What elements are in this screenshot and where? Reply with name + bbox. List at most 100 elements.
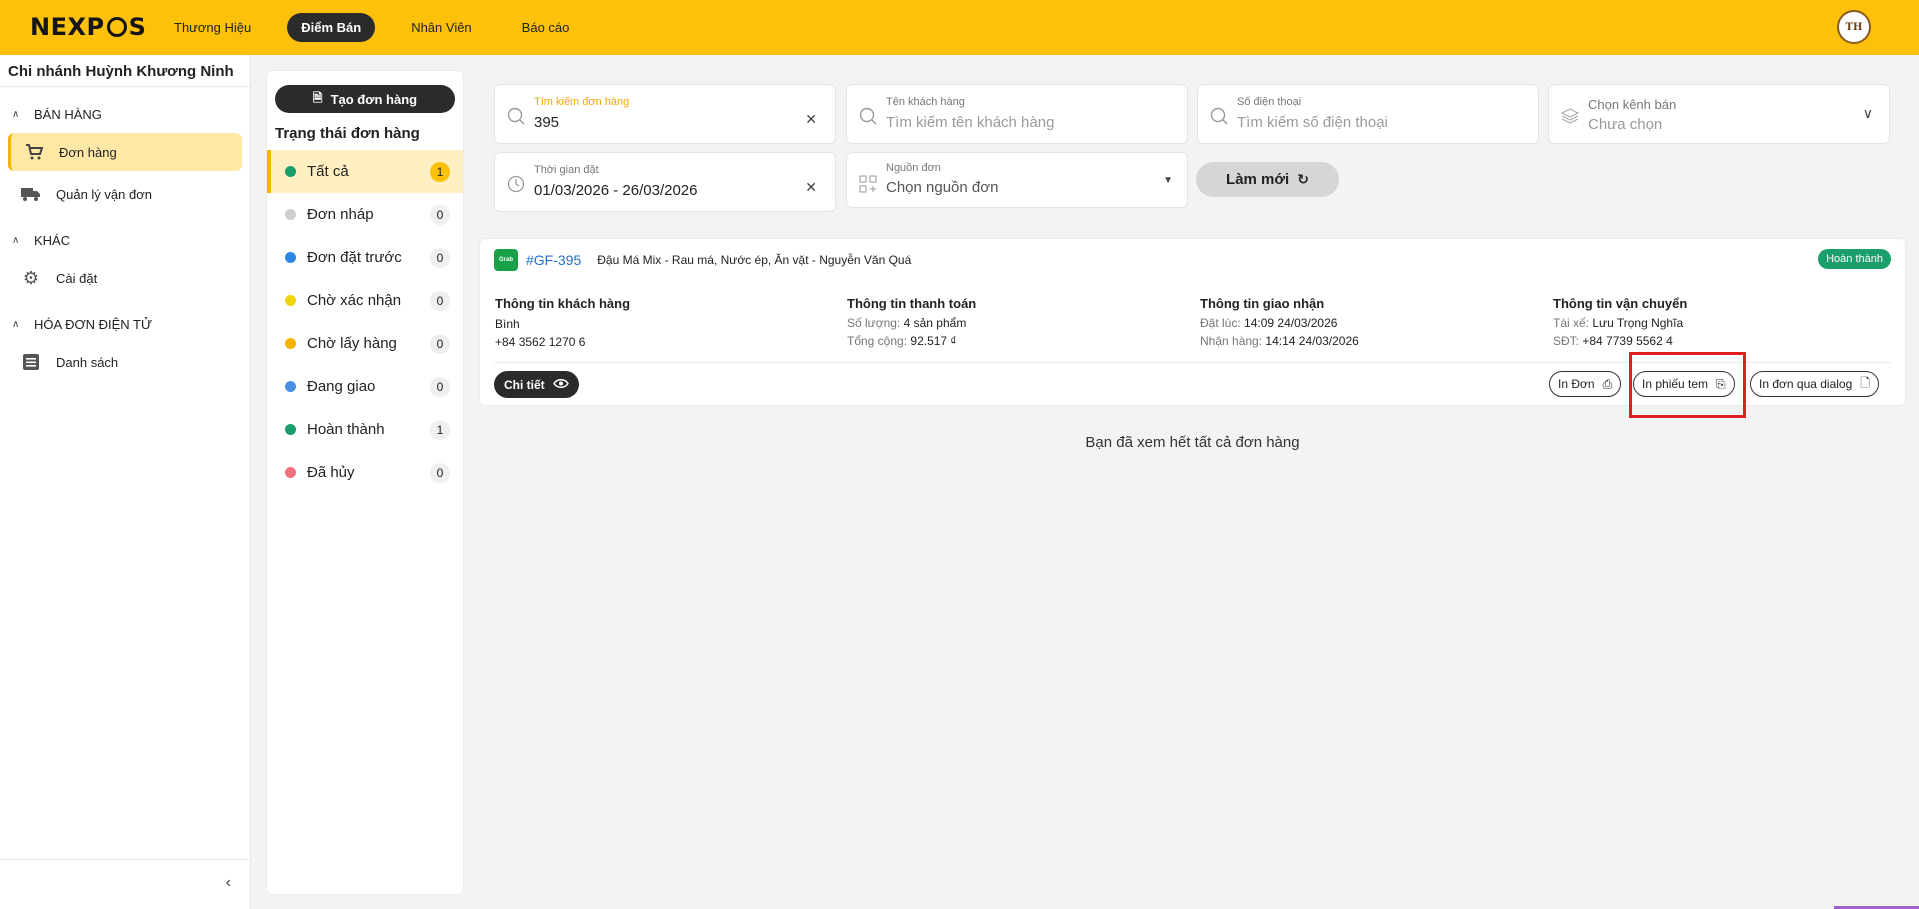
grid-icon xyxy=(859,175,877,193)
sidebar-item-cai-dat[interactable]: ⚙ Cài đặt xyxy=(8,259,242,297)
user-avatar[interactable]: TH xyxy=(1837,10,1871,44)
print-dialog-button[interactable]: In đơn qua dialog 🗋 xyxy=(1750,371,1879,397)
status-item[interactable]: Tất cả 1 xyxy=(267,150,463,193)
create-order-label: Tạo đơn hàng xyxy=(330,91,418,107)
nav-nhan-vien[interactable]: Nhân Viên xyxy=(397,13,485,42)
refresh-icon: ↻ xyxy=(1297,171,1309,187)
status-count-badge: 0 xyxy=(430,204,450,225)
end-of-list-message: Bạn đã xem hết tất cả đơn hàng xyxy=(1085,434,1300,451)
ordered-at-label: Đặt lúc: xyxy=(1200,316,1241,330)
chevron-up-icon: ∧ xyxy=(12,108,20,120)
create-order-button[interactable]: 🗎 Tạo đơn hàng xyxy=(275,85,455,113)
status-dot-icon xyxy=(285,381,296,392)
sidebar-item-label: Danh sách xyxy=(56,354,119,370)
received-at-label: Nhận hàng: xyxy=(1200,334,1263,348)
refresh-button[interactable]: Làm mới ↻ xyxy=(1196,162,1339,197)
clock-icon xyxy=(507,175,525,193)
sidebar-item-danh-sach[interactable]: Danh sách xyxy=(8,343,242,381)
print-dialog-label: In đơn qua dialog xyxy=(1759,377,1853,391)
sidebar-item-label: Đơn hàng xyxy=(59,144,117,160)
status-dot-icon xyxy=(285,252,296,263)
customer-name-field[interactable]: Tên khách hàng Tìm kiếm tên khách hàng xyxy=(846,84,1188,144)
order-search-field[interactable]: Tìm kiếm đơn hàng 395 ✕ xyxy=(494,84,836,144)
order-search-label: Tìm kiếm đơn hàng xyxy=(534,96,630,108)
sales-channel-label: Chọn kênh bán xyxy=(1588,97,1677,112)
detail-label: Chi tiết xyxy=(504,377,545,392)
status-item[interactable]: Hoàn thành 1 xyxy=(267,408,463,451)
sidebar-group-hoa-don-dien-tu[interactable]: ∧ HÓA ĐƠN ĐIỆN TỬ xyxy=(0,309,250,339)
order-card-header: Grab #GF-395 Đậu Má Mix - Rau má, Nước é… xyxy=(494,249,911,271)
quantity-label: Số lượng: xyxy=(847,316,901,330)
status-item[interactable]: Đã hủy 0 xyxy=(267,451,463,494)
customer-name-input[interactable]: Tìm kiếm tên khách hàng xyxy=(886,114,1054,131)
nav-bao-cao[interactable]: Báo cáo xyxy=(508,13,584,42)
status-item[interactable]: Chờ lấy hàng 0 xyxy=(267,322,463,365)
search-icon xyxy=(1210,107,1228,125)
shipping-info-title: Thông tin vận chuyển xyxy=(1553,296,1688,311)
status-item[interactable]: Đang giao 0 xyxy=(267,365,463,408)
nav-diem-ban[interactable]: Điểm Bán xyxy=(287,13,376,42)
ordered-at-value: 14:09 24/03/2026 xyxy=(1244,316,1338,330)
status-dot-icon xyxy=(285,166,296,177)
status-label: Hoàn thành xyxy=(307,421,385,438)
status-item[interactable]: Đơn nháp 0 xyxy=(267,193,463,236)
driver-phone-label: SĐT: xyxy=(1553,334,1580,348)
main-nav: Thương Hiệu Điểm Bán Nhân Viên Báo cáo xyxy=(160,13,605,42)
status-item[interactable]: Đơn đặt trước 0 xyxy=(267,236,463,279)
clear-icon[interactable]: ✕ xyxy=(805,111,817,128)
caret-down-icon: ▼ xyxy=(1163,175,1173,186)
order-id-link[interactable]: #GF-395 xyxy=(526,252,581,268)
sidebar-group-ban-hang[interactable]: ∧ BÁN HÀNG xyxy=(0,99,250,129)
order-status-panel: 🗎 Tạo đơn hàng Trạng thái đơn hàng Tất c… xyxy=(266,70,464,895)
shipping-info: Thông tin vận chuyển Tài xế: Lưu Trọng N… xyxy=(1553,295,1687,351)
sidebar: Chi nhánh Huỳnh Khương Ninh ∧ BÁN HÀNG Đ… xyxy=(0,55,251,909)
status-dot-icon xyxy=(285,467,296,478)
list-icon xyxy=(20,353,42,371)
gear-icon: ⚙ xyxy=(22,267,40,288)
sidebar-group-khac[interactable]: ∧ KHÁC xyxy=(0,225,250,255)
delivery-info: Thông tin giao nhận Đặt lúc: 14:09 24/03… xyxy=(1200,295,1359,351)
sidebar-item-quan-ly-van-don[interactable]: Quản lý vận đơn xyxy=(8,175,242,213)
order-date-field[interactable]: Thời gian đặt 01/03/2026 - 26/03/2026 ✕ xyxy=(494,152,836,212)
nav-thuong-hieu[interactable]: Thương Hiệu xyxy=(160,13,265,42)
total-label: Tổng cộng: xyxy=(847,334,908,348)
order-search-input[interactable]: 395 xyxy=(534,114,559,131)
sidebar-item-don-hang[interactable]: Đơn hàng xyxy=(8,133,242,171)
driver-label: Tài xế: xyxy=(1553,316,1590,330)
sidebar-item-label: Cài đặt xyxy=(56,270,98,286)
received-at-value: 14:14 24/03/2026 xyxy=(1265,334,1359,348)
branch-name: Chi nhánh Huỳnh Khương Ninh xyxy=(0,55,250,87)
delivery-info-title: Thông tin giao nhận xyxy=(1200,296,1325,311)
status-item[interactable]: Chờ xác nhận 0 xyxy=(267,279,463,322)
customer-name: Bình xyxy=(495,317,520,331)
logo-text-right: S xyxy=(128,13,147,41)
collapse-sidebar-icon[interactable]: ‹ xyxy=(226,874,231,892)
status-dot-icon xyxy=(285,424,296,435)
status-label: Đơn nháp xyxy=(307,206,374,223)
order-date-value[interactable]: 01/03/2026 - 26/03/2026 xyxy=(534,182,697,199)
avatar-initials: TH xyxy=(1845,21,1863,33)
sidebar-group-label: BÁN HÀNG xyxy=(34,106,102,122)
search-icon xyxy=(507,107,525,125)
sales-channel-select[interactable]: Chọn kênh bán Chưa chọn ∨ xyxy=(1548,84,1890,144)
sidebar-group-label: KHÁC xyxy=(34,232,71,248)
logo-text-left: NEXP xyxy=(30,13,105,41)
phone-field[interactable]: Số điện thoại Tìm kiếm số điện thoại xyxy=(1197,84,1539,144)
order-date-label: Thời gian đặt xyxy=(534,164,599,176)
print-order-button[interactable]: In Đơn ⎙ xyxy=(1549,371,1622,397)
nexpos-logo[interactable]: NEXP S xyxy=(30,13,146,41)
sidebar-item-label: Quản lý vận đơn xyxy=(56,186,152,202)
customer-info-title: Thông tin khách hàng xyxy=(495,296,631,311)
print-order-label: In Đơn xyxy=(1558,377,1595,391)
total-value: 92.517 ₫ xyxy=(910,334,957,348)
order-source-select[interactable]: Nguồn đơn Chọn nguồn đơn ▼ xyxy=(846,152,1188,208)
payment-info-title: Thông tin thanh toán xyxy=(847,296,977,311)
top-bar: NEXP S Thương Hiệu Điểm Bán Nhân Viên Báo… xyxy=(0,0,1919,55)
order-detail-button[interactable]: Chi tiết xyxy=(494,371,579,398)
phone-input[interactable]: Tìm kiếm số điện thoại xyxy=(1237,114,1388,131)
clear-icon[interactable]: ✕ xyxy=(805,179,817,196)
customer-info: Thông tin khách hàng Bình +84 3562 1270 … xyxy=(495,295,630,351)
source-badge-text: Grab xyxy=(498,257,513,263)
status-label: Đã hủy xyxy=(307,464,355,481)
order-source-value: Chọn nguồn đơn xyxy=(886,179,999,196)
